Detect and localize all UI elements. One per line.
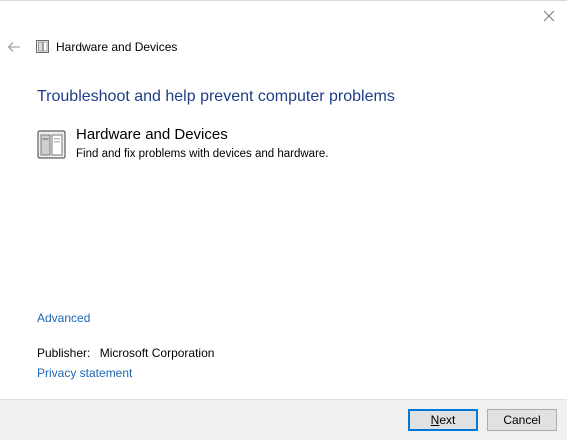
privacy-statement-link[interactable]: Privacy statement (37, 365, 132, 381)
header-title: Hardware and Devices (56, 40, 178, 54)
hardware-devices-icon (37, 130, 66, 159)
hardware-devices-icon (36, 40, 49, 53)
close-button[interactable] (537, 5, 561, 27)
page-heading: Troubleshoot and help prevent computer p… (37, 88, 395, 105)
troubleshooter-item: Hardware and Devices Find and fix proble… (36, 126, 456, 162)
next-button[interactable]: Next (408, 409, 478, 431)
back-button[interactable] (5, 39, 23, 55)
advanced-link[interactable]: Advanced (37, 310, 90, 326)
publisher-row: Publisher: Microsoft Corporation (37, 345, 214, 361)
item-title: Hardware and Devices (76, 126, 228, 143)
troubleshooter-window: Hardware and Devices Troubleshoot and he… (0, 0, 567, 440)
publisher-label: Publisher: (37, 346, 91, 360)
cancel-button[interactable]: Cancel (487, 409, 557, 431)
footer-bar: Next Cancel (0, 399, 567, 440)
close-icon (543, 10, 555, 22)
publisher-value: Microsoft Corporation (99, 346, 215, 360)
back-arrow-icon (7, 42, 20, 52)
item-description: Find and fix problems with devices and h… (76, 148, 329, 160)
next-label: ext (439, 413, 456, 427)
